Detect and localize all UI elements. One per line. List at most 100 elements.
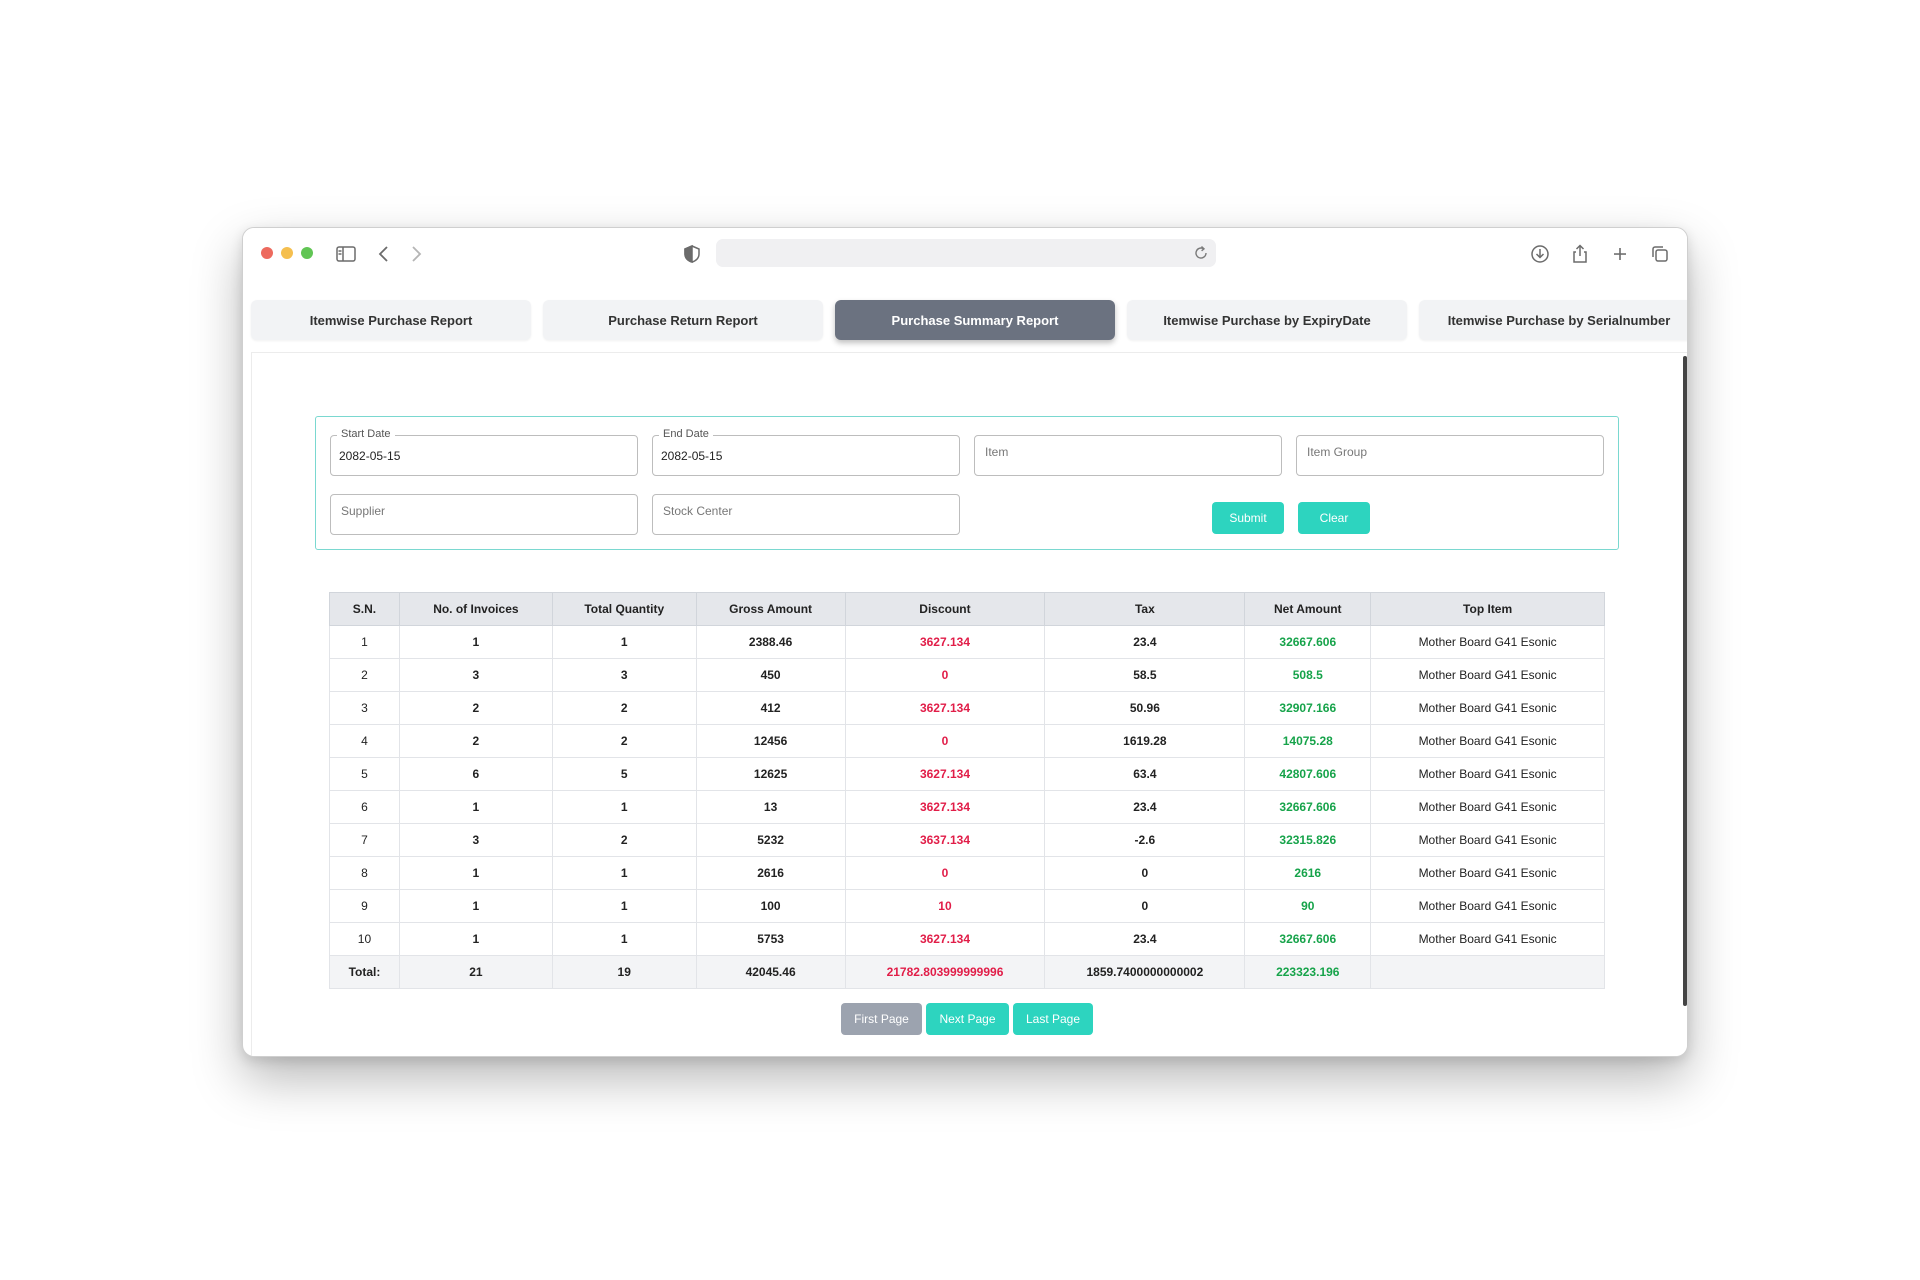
browser-window: Itemwise Purchase Report Purchase Return… [242,227,1688,1057]
supplier-field[interactable]: Supplier [330,494,638,535]
row-gross-amount: 412 [695,691,846,725]
row-invoices: 1 [398,790,553,824]
row-discount: 10 [844,889,1046,923]
column-header[interactable]: Tax [1044,592,1246,626]
row-invoices: 1 [398,856,553,890]
first-page-button[interactable]: First Page [841,1003,922,1035]
close-window-button[interactable] [261,247,273,259]
column-header[interactable]: Total Quantity [551,592,697,626]
end-date-value: 2082-05-15 [661,449,723,463]
column-header[interactable]: S.N. [329,592,400,626]
scrollbar[interactable] [1683,356,1687,1006]
row-discount: 3637.134 [844,823,1046,857]
report-tabs: Itemwise Purchase Report Purchase Return… [243,300,1687,342]
row-top-item: Mother Board G41 Esonic [1370,625,1605,659]
row-net-amount: 42807.606 [1244,757,1372,791]
row-top-item: Mother Board G41 Esonic [1370,856,1605,890]
table-row: 1 1 1 2388.46 3627.134 23.4 32667.606 Mother Bo… [329,625,1605,659]
tab-itemwise-purchase-report[interactable]: Itemwise Purchase Report [251,300,531,340]
row-top-item: Mother Board G41 Esonic [1370,922,1605,956]
row-net-amount: 2616 [1244,856,1372,890]
start-date-field[interactable]: Start Date 2082-05-15 [330,428,638,476]
column-header[interactable]: Net Amount [1244,592,1372,626]
column-header[interactable]: Gross Amount [695,592,846,626]
row-top-item: Mother Board G41 Esonic [1370,823,1605,857]
row-discount: 3627.134 [844,757,1046,791]
minimize-window-button[interactable] [281,247,293,259]
row-invoices: 3 [398,823,553,857]
total-invoices: 21 [398,955,553,989]
row-top-item: Mother Board G41 Esonic [1370,790,1605,824]
next-page-button[interactable]: Next Page [926,1003,1009,1035]
end-date-field[interactable]: End Date 2082-05-15 [652,428,960,476]
share-icon[interactable] [1569,243,1591,265]
last-page-button[interactable]: Last Page [1013,1003,1093,1035]
row-net-amount: 32667.606 [1244,790,1372,824]
clear-button[interactable]: Clear [1298,502,1370,534]
row-discount: 0 [844,856,1046,890]
new-tab-icon[interactable] [1609,243,1631,265]
row-gross-amount: 13 [695,790,846,824]
row-net-amount: 14075.28 [1244,724,1372,758]
tab-purchase-return-report[interactable]: Purchase Return Report [543,300,823,340]
row-top-item: Mother Board G41 Esonic [1370,889,1605,923]
column-header[interactable]: No. of Invoices [398,592,553,626]
row-net-amount: 32667.606 [1244,922,1372,956]
row-top-item: Mother Board G41 Esonic [1370,658,1605,692]
item-group-placeholder: Item Group [1307,445,1368,459]
column-header[interactable]: Discount [844,592,1046,626]
table-header-row: S.N. No. of Invoices Total Quantity Gros… [329,592,1605,626]
row-discount: 3627.134 [844,625,1046,659]
row-tax: 63.4 [1044,757,1246,791]
item-group-field[interactable]: Item Group [1296,435,1604,476]
row-quantity: 3 [551,658,697,692]
forward-icon[interactable] [405,243,427,265]
row-sn: 3 [329,691,400,725]
filter-form: Start Date 2082-05-15 End Date 2082-05-1… [315,416,1619,550]
row-gross-amount: 5753 [695,922,846,956]
row-top-item: Mother Board G41 Esonic [1370,691,1605,725]
row-net-amount: 32907.166 [1244,691,1372,725]
tab-purchase-summary-report[interactable]: Purchase Summary Report [835,300,1115,340]
row-sn: 7 [329,823,400,857]
row-top-item: Mother Board G41 Esonic [1370,757,1605,791]
table-row: 4 2 2 12456 0 1619.28 14075.28 Mother Board G41… [329,724,1605,758]
row-invoices: 3 [398,658,553,692]
item-field[interactable]: Item [974,435,1282,476]
tab-itemwise-purchase-by-expirydate[interactable]: Itemwise Purchase by ExpiryDate [1127,300,1407,340]
row-discount: 3627.134 [844,691,1046,725]
tab-itemwise-purchase-by-serialnumber[interactable]: Itemwise Purchase by Serialnumber [1419,300,1687,340]
row-quantity: 1 [551,889,697,923]
stock-center-field[interactable]: Stock Center [652,494,960,535]
download-icon[interactable] [1529,243,1551,265]
row-tax: 1619.28 [1044,724,1246,758]
row-quantity: 1 [551,856,697,890]
reload-icon[interactable] [1192,244,1210,262]
column-header[interactable]: Top Item [1370,592,1605,626]
row-net-amount: 32667.606 [1244,625,1372,659]
total-row: Total: 21 19 42045.46 21782.803999999996… [329,955,1605,989]
row-net-amount: 90 [1244,889,1372,923]
zoom-window-button[interactable] [301,247,313,259]
row-tax: 23.4 [1044,625,1246,659]
table-row: 10 1 1 5753 3627.134 23.4 32667.606 Mother Boar… [329,922,1605,956]
start-date-label: Start Date [337,428,395,440]
shield-icon[interactable] [681,243,703,265]
back-icon[interactable] [373,243,395,265]
tabs-overview-icon[interactable] [1649,243,1671,265]
row-quantity: 2 [551,691,697,725]
table-row: 6 1 1 13 3627.134 23.4 32667.606 Mother Board G… [329,790,1605,824]
row-top-item: Mother Board G41 Esonic [1370,724,1605,758]
row-gross-amount: 5232 [695,823,846,857]
row-sn: 2 [329,658,400,692]
row-discount: 0 [844,724,1046,758]
row-gross-amount: 100 [695,889,846,923]
row-quantity: 1 [551,922,697,956]
table-row: 9 1 1 100 10 0 90 Mother Board G41 Esonic [329,889,1605,923]
submit-button[interactable]: Submit [1212,502,1284,534]
purchase-summary-table: S.N. No. of Invoices Total Quantity Gros… [329,592,1605,989]
sidebar-icon[interactable] [335,243,357,265]
row-tax: 0 [1044,889,1246,923]
total-quantity: 19 [551,955,697,989]
address-bar[interactable] [716,239,1216,267]
